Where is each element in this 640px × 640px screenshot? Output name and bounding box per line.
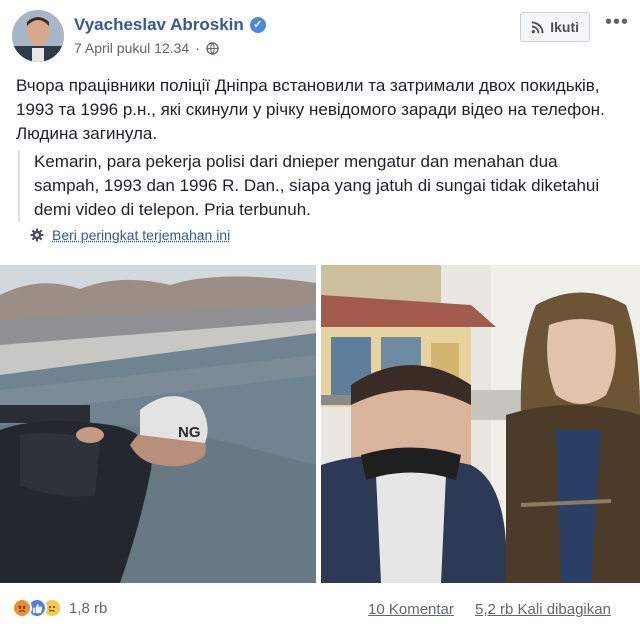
verified-badge-icon: ✓: [249, 17, 266, 33]
more-icon[interactable]: •••: [604, 12, 630, 38]
photo-river-scene[interactable]: NG: [0, 265, 316, 583]
reactions-summary[interactable]: 1,8 rb: [12, 598, 107, 618]
post-footer: 1,8 rb 10 Komentar 5,2 rb Kali dibagikan: [0, 592, 640, 630]
rate-translation-row: Beri peringkat terjemahan ini: [30, 227, 230, 243]
comments-link[interactable]: 10 Komentar: [368, 601, 454, 618]
angry-icon: [12, 598, 32, 618]
shares-link[interactable]: 5,2 rb Kali dibagikan: [475, 601, 611, 618]
post-text: Вчора працівники поліції Дніпра встанови…: [16, 76, 605, 143]
rate-translation-link[interactable]: Beri peringkat terjemahan ini: [52, 227, 230, 243]
post-header: Vyacheslav Abroskin ✓ 7 April pukul 12.3…: [12, 10, 630, 62]
follow-label: Ikuti: [550, 19, 579, 35]
follow-button[interactable]: Ikuti: [520, 12, 590, 42]
author-name[interactable]: Vyacheslav Abroskin: [74, 15, 244, 35]
globe-icon: [206, 41, 219, 55]
post-timestamp[interactable]: 7 April pukul 12.34: [74, 40, 189, 56]
avatar[interactable]: [12, 10, 64, 62]
photo-two-men[interactable]: [321, 265, 640, 583]
translation-block: Kemarin, para pekerja polisi dari dniepe…: [18, 150, 626, 222]
translation-text: Kemarin, para pekerja polisi dari dniepe…: [34, 152, 600, 219]
cap-text: NG: [178, 424, 201, 441]
gear-icon: [30, 228, 44, 242]
reaction-count[interactable]: 1,8 rb: [69, 600, 107, 617]
rss-icon: [531, 20, 544, 33]
